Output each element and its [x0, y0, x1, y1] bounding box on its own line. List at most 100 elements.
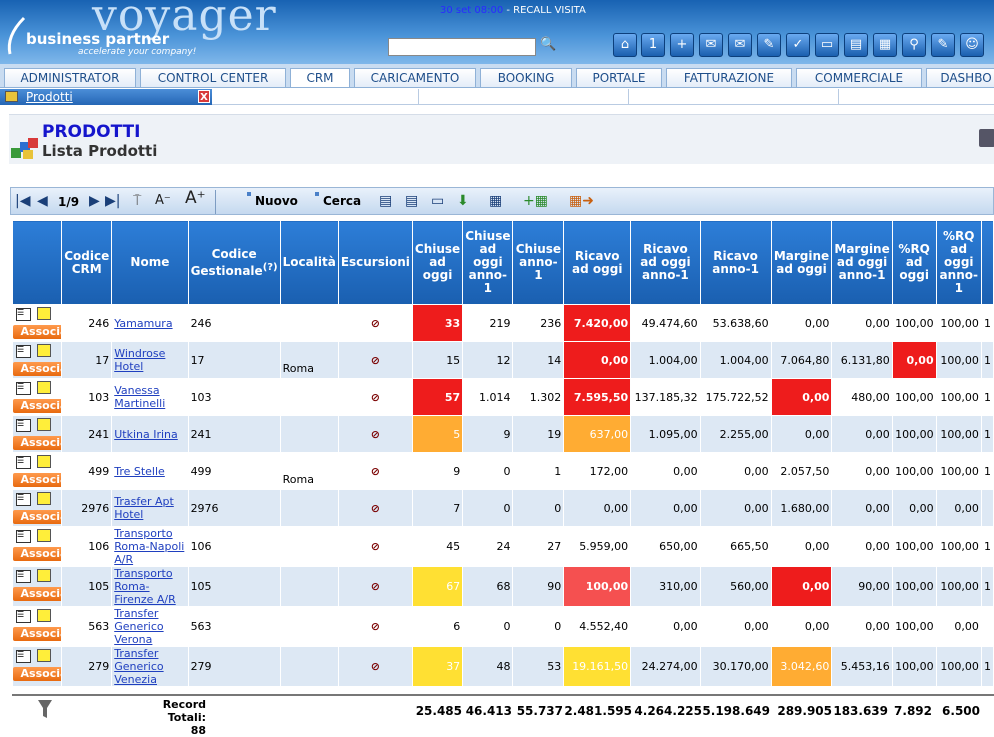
column-header-margine-ad-oggi[interactable]: Margine ad oggi — [770, 220, 833, 305]
nav-tab-administrator[interactable]: ADMINISTRATOR — [4, 68, 136, 87]
search-input[interactable] — [388, 38, 536, 56]
note-icon[interactable] — [37, 529, 51, 542]
associa-button[interactable]: Associa — [13, 627, 61, 641]
table-row[interactable]: ☰Associa105Transporto Roma-Firenze A/R10… — [11, 566, 994, 607]
detail-view-icon[interactable]: ▤ — [405, 193, 418, 209]
search-button[interactable]: Cerca — [314, 192, 361, 208]
note-icon[interactable] — [37, 649, 51, 662]
calendar-add-icon[interactable]: + — [670, 33, 694, 57]
column-header-escursioni[interactable]: Escursioni — [337, 220, 413, 305]
associa-button[interactable]: Associa — [13, 547, 61, 561]
calendar-icon[interactable]: 1 — [641, 33, 665, 57]
print-icon[interactable] — [979, 129, 994, 147]
recall-label[interactable]: - RECALL VISITA — [503, 5, 585, 16]
associa-button[interactable]: Associa — [13, 667, 61, 681]
table-row[interactable]: ☰Associa499Tre Stelle499Roma⊘901172,000,… — [11, 452, 994, 490]
document-icon[interactable]: ☰ — [16, 493, 31, 506]
open-tab-label[interactable]: Prodotti — [26, 90, 73, 104]
associa-button[interactable]: Associa — [13, 587, 61, 601]
product-name-link[interactable]: Yamamura — [114, 317, 172, 330]
column-header-localita[interactable]: Località — [279, 220, 339, 305]
document-icon[interactable]: ☰ — [16, 456, 31, 469]
filter-pin-icon[interactable]: ⍑ — [133, 193, 141, 209]
magnifier-icon[interactable]: ⚲ — [902, 33, 926, 57]
recall-notice[interactable]: 30 set 08:00 - RECALL VISITA — [440, 5, 586, 16]
product-name-link[interactable]: Tre Stelle — [114, 465, 165, 478]
briefcase-icon[interactable]: ▭ — [815, 33, 839, 57]
table-row[interactable]: ☰Associa246Yamamura246⊘332192367.420,004… — [11, 304, 994, 342]
nav-tab-portale[interactable]: PORTALE — [576, 68, 662, 87]
column-header-extra[interactable] — [980, 220, 994, 305]
help-marker[interactable]: (?) — [263, 262, 278, 273]
open-tab-prodotti[interactable]: Prodotti X — [0, 89, 212, 105]
column-header-codice-crm[interactable]: Codice CRM — [61, 220, 113, 305]
export-down-icon[interactable]: ⬇ — [457, 193, 469, 209]
nav-tab-booking[interactable]: BOOKING — [480, 68, 572, 87]
nav-tab-caricamento[interactable]: CARICAMENTO — [354, 68, 476, 87]
column-header-ricavo-anno1[interactable]: Ricavo anno-1 — [699, 220, 772, 305]
document-icon[interactable]: ☰ — [16, 308, 31, 321]
product-name-link[interactable]: Vanessa Martinelli — [114, 384, 165, 410]
column-header-chiuse-anno1[interactable]: Chiuse anno-1 — [512, 220, 565, 305]
product-name-link[interactable]: Transfer Generico Venezia — [114, 648, 163, 686]
recall-time[interactable]: 30 set 08:00 — [440, 5, 503, 16]
list-view-icon[interactable]: ▤ — [379, 193, 392, 209]
note-icon[interactable] — [37, 569, 51, 582]
close-icon[interactable]: X — [198, 90, 210, 103]
product-name-link[interactable]: Windrose Hotel — [114, 347, 165, 373]
product-name-link[interactable]: Transporto Roma-Firenze A/R — [114, 568, 176, 606]
users-icon[interactable]: ☺ — [960, 33, 984, 57]
export-grid-icon[interactable]: ▦➜ — [569, 193, 594, 209]
table-row[interactable]: ☰Associa2976Trasfer Apt Hotel2976⊘7000,0… — [11, 489, 994, 527]
document-icon[interactable]: ☰ — [16, 530, 31, 543]
mail-icon[interactable]: ✉ — [699, 33, 723, 57]
add-row-icon[interactable]: +▦ — [523, 193, 548, 209]
document-icon[interactable]: ☰ — [16, 382, 31, 395]
document-icon[interactable]: ☰ — [16, 570, 31, 583]
column-header-ricavo-ad-oggi-anno1[interactable]: Ricavo ad oggi anno-1 — [630, 220, 701, 305]
home-icon[interactable]: ⌂ — [613, 33, 637, 57]
book-icon[interactable]: ▤ — [844, 33, 868, 57]
first-page-icon[interactable]: |◀ — [15, 193, 30, 209]
associa-button[interactable]: Associa — [13, 325, 61, 339]
column-header-ricavo-ad-oggi[interactable]: Ricavo ad oggi — [563, 220, 632, 305]
calculator-icon[interactable]: ▦ — [873, 33, 897, 57]
note-icon[interactable] — [37, 455, 51, 468]
nav-tab-control-center[interactable]: CONTROL CENTER — [140, 68, 286, 87]
table-row[interactable]: ☰Associa563Transfer Generico Verona563⊘6… — [11, 606, 994, 647]
note-icon[interactable] — [37, 307, 51, 320]
edit-grid-icon[interactable]: ▦ — [489, 193, 502, 209]
prev-page-icon[interactable]: ◀ — [37, 193, 48, 209]
column-header-rq-ad-oggi-anno1[interactable]: %RQ ad oggi anno-1 — [935, 220, 982, 305]
next-page-icon[interactable]: ▶ — [89, 193, 100, 209]
compact-view-icon[interactable]: ▭ — [431, 193, 444, 209]
funnel-icon[interactable] — [38, 700, 52, 718]
column-header-chiuse-ad-oggi[interactable]: Chiuse ad oggi — [411, 220, 464, 305]
mail-alert-icon[interactable]: ✉ — [728, 33, 752, 57]
column-header-margine-ad-oggi-anno1[interactable]: Margine ad oggi anno-1 — [831, 220, 893, 305]
associa-button[interactable]: Associa — [13, 362, 61, 376]
product-name-link[interactable]: Transfer Generico Verona — [114, 608, 163, 646]
associa-button[interactable]: Associa — [13, 436, 61, 450]
document-icon[interactable]: ☰ — [16, 345, 31, 358]
nav-tab-commerciale[interactable]: COMMERCIALE — [796, 68, 922, 87]
document-icon[interactable]: ☰ — [16, 650, 31, 663]
pen-icon[interactable]: ✎ — [757, 33, 781, 57]
note-icon[interactable] — [37, 492, 51, 505]
nav-tab-dashboard[interactable]: DASHBO — [926, 68, 994, 87]
last-page-icon[interactable]: ▶| — [105, 193, 120, 209]
note-icon[interactable] — [37, 381, 51, 394]
document-icon[interactable]: ☰ — [16, 419, 31, 432]
search-icon[interactable]: 🔍 — [540, 37, 558, 57]
product-name-link[interactable]: Transporto Roma-Napoli A/R — [114, 528, 184, 566]
table-row[interactable]: ☰Associa103Vanessa Martinelli103⊘571.014… — [11, 378, 994, 416]
table-row[interactable]: ☰Associa279Transfer Generico Venezia279⊘… — [11, 646, 994, 687]
document-icon[interactable]: ☰ — [16, 610, 31, 623]
associa-button[interactable]: Associa — [13, 399, 61, 413]
font-decrease-icon[interactable]: A⁻ — [155, 193, 171, 209]
note-icon[interactable] — [37, 609, 51, 622]
checklist-icon[interactable]: ✓ — [786, 33, 810, 57]
product-name-link[interactable]: Trasfer Apt Hotel — [114, 495, 174, 521]
notes-icon[interactable]: ✎ — [931, 33, 955, 57]
font-increase-icon[interactable]: A⁺ — [185, 190, 206, 207]
